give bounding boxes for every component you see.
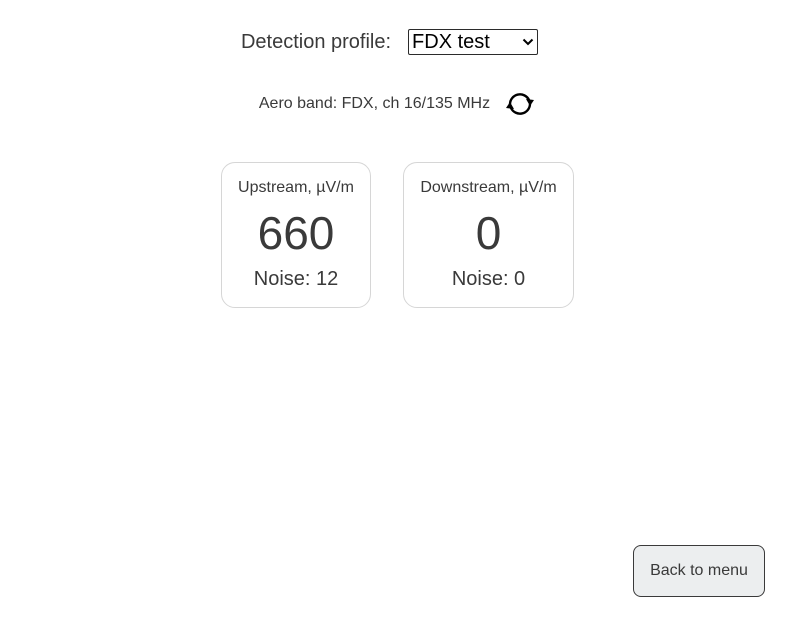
detection-profile-selected-value: FDX test <box>412 31 490 53</box>
detection-profile-row: Detection profile: FDX test <box>0 29 795 55</box>
measurement-cards: Upstream, µV/m 660 Noise: 12 Downstream,… <box>221 162 574 308</box>
upstream-noise: Noise: 12 <box>253 268 339 290</box>
refresh-button[interactable] <box>504 90 536 118</box>
band-info-text: Aero band: FDX, ch 16/135 MHz <box>258 95 491 112</box>
upstream-title: Upstream, µV/m <box>238 179 354 196</box>
downstream-title: Downstream, µV/m <box>420 179 557 196</box>
band-row: Aero band: FDX, ch 16/135 MHz <box>0 90 795 118</box>
detection-profile-label: Detection profile: <box>240 30 392 53</box>
downstream-value: 0 <box>475 207 502 259</box>
upstream-value: 660 <box>257 207 335 259</box>
downstream-noise: Noise: 0 <box>451 268 526 290</box>
chevron-down-icon <box>519 30 537 54</box>
refresh-icon <box>506 93 535 115</box>
upstream-card: Upstream, µV/m 660 Noise: 12 <box>221 162 371 308</box>
downstream-card: Downstream, µV/m 0 Noise: 0 <box>403 162 574 308</box>
back-to-menu-button[interactable]: Back to menu <box>633 545 765 597</box>
page: Detection profile: FDX test Aero band: F… <box>0 0 795 626</box>
detection-profile-select[interactable]: FDX test <box>408 29 539 55</box>
